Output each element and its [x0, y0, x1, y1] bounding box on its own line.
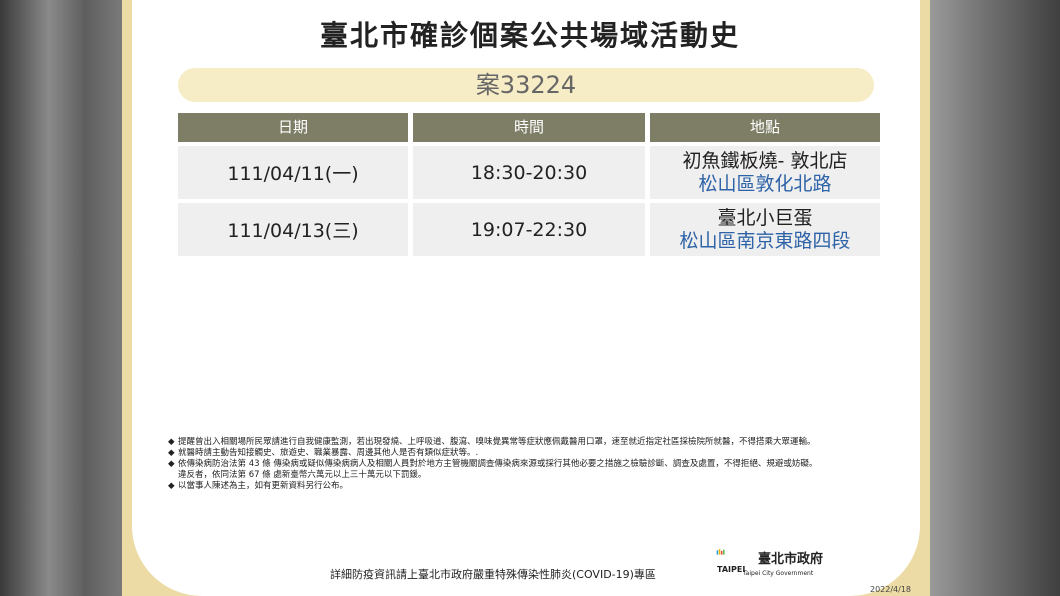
notice-text: 依傳染病防治法第 43 條 傳染病或疑似傳染病病人及相關人員對於地方主管機關調查… [178, 459, 818, 469]
header-date: 日期 [178, 113, 408, 142]
notice-item: ◆ 以當事人陳述為主，如有更新資料另行公布。 [168, 481, 888, 492]
publish-date: 2022/4/18 [870, 585, 912, 594]
logo-word: TAIPEI [717, 565, 746, 574]
notice-item: ◆ 提醒曾出入相關場所民眾請進行自我健康監測，若出現發燒、上呼吸道、腹瀉、嗅味覺… [168, 437, 888, 448]
location-name: 初魚鐵板燒- 敦北店 [682, 149, 848, 172]
table-row: 111/04/13(三) 19:07-22:30 臺北小巨蛋 松山區南京東路四段 [178, 203, 880, 256]
cell-date: 111/04/13(三) [178, 203, 408, 256]
diamond-bullet-icon: ◆ [168, 481, 175, 491]
background-right [930, 0, 1060, 596]
table-header-row: 日期 時間 地點 [178, 113, 880, 142]
taipei-logo-icon [716, 549, 725, 555]
diamond-bullet-icon: ◆ [168, 459, 175, 469]
notice-text: 提醒曾出入相關場所民眾請進行自我健康監測，若出現發燒、上呼吸道、腹瀉、嗅味覺異常… [178, 437, 816, 447]
diamond-bullet-icon: ◆ [168, 448, 175, 458]
location-name: 臺北小巨蛋 [717, 206, 813, 229]
activity-table: 日期 時間 地點 111/04/11(一) 18:30-20:30 初魚鐵板燒-… [178, 113, 880, 256]
cell-location: 臺北小巨蛋 松山區南京東路四段 [650, 203, 880, 256]
logo-english: Taipei City Government [743, 570, 814, 577]
location-address: 松山區敦化北路 [698, 172, 832, 195]
cell-date: 111/04/11(一) [178, 146, 408, 199]
cell-location: 初魚鐵板燒- 敦北店 松山區敦化北路 [650, 146, 880, 199]
header-location: 地點 [650, 113, 880, 142]
cell-time: 19:07-22:30 [413, 203, 645, 256]
header-time: 時間 [413, 113, 645, 142]
notice-text: 就醫時請主動告知接觸史、旅遊史、職業暴露、周邊其他人是否有類似症狀等。. [178, 448, 479, 458]
notice-item: ◆ 依傳染病防治法第 43 條 傳染病或疑似傳染病病人及相關人員對於地方主管機關… [168, 459, 888, 470]
table-row: 111/04/11(一) 18:30-20:30 初魚鐵板燒- 敦北店 松山區敦… [178, 146, 880, 199]
page-title: 臺北市確診個案公共場域活動史 [319, 19, 740, 52]
notice-item: ◆ 就醫時請主動告知接觸史、旅遊史、職業暴露、周邊其他人是否有類似症狀等。. [168, 448, 888, 459]
footer-info: 詳細防疫資訊請上臺北市政府嚴重特殊傳染性肺炎(COVID-19)專區 [330, 568, 656, 581]
case-number-badge: 案33224 [178, 68, 874, 102]
cell-time: 18:30-20:30 [413, 146, 645, 199]
notice-text: 以當事人陳述為主，如有更新資料另行公布。 [178, 481, 349, 491]
diamond-bullet-icon: ◆ [168, 437, 175, 447]
background-left [0, 0, 122, 596]
penalty-note: 違反者，依同法第 67 條 處新臺幣六萬元以上三十萬元以下罰鍰。 [178, 470, 427, 480]
logo-name: 臺北市政府 [758, 552, 824, 567]
notice-list: ◆ 提醒曾出入相關場所民眾請進行自我健康監測，若出現發燒、上呼吸道、腹瀉、嗅味覺… [168, 437, 888, 492]
location-address: 松山區南京東路四段 [679, 229, 851, 252]
